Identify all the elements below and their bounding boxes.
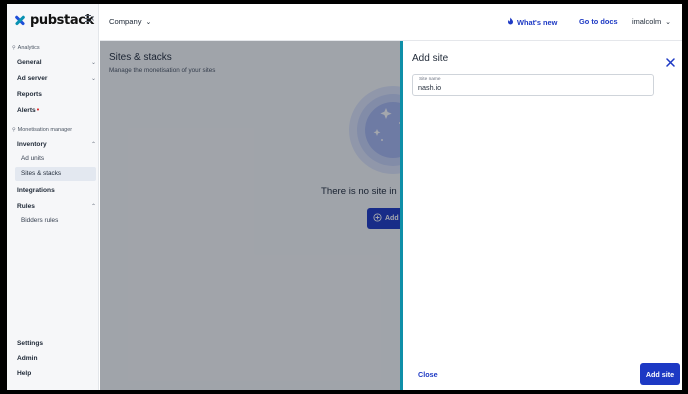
site-name-input[interactable] <box>418 83 648 92</box>
sidebar-item-sites-stacks[interactable]: Sites & stacks <box>15 167 96 181</box>
section-analytics: ⚲ Analytics <box>12 45 40 51</box>
chevron-down-icon: ⌄ <box>90 75 96 82</box>
chevron-down-icon: ⌄ <box>145 18 152 26</box>
close-icon[interactable] <box>666 54 675 67</box>
sidebar-item-label: Reports <box>17 90 42 98</box>
company-label: Company <box>109 17 142 26</box>
sidebar-item-integrations[interactable]: Integrations <box>17 185 96 195</box>
sidebar-item-reports[interactable]: Reports <box>17 89 96 99</box>
sidebar-item-label: General <box>17 58 42 66</box>
section-label: Monetisation manager <box>17 127 73 133</box>
alert-badge: • <box>36 106 40 114</box>
monetisation-icon: ⚲ <box>12 127 16 133</box>
whats-new-link[interactable]: What's new <box>507 17 557 27</box>
topbar: Company ⌄ What's new Go to docs imalcolm… <box>100 4 682 41</box>
sidebar-item-general[interactable]: General ⌄ <box>17 57 96 67</box>
site-name-label: Site name <box>419 77 441 82</box>
sidebar-item-label: Rules <box>17 202 35 210</box>
sidebar-item-help[interactable]: Help <box>17 368 96 378</box>
chevron-up-icon: ⌃ <box>90 203 96 210</box>
close-button[interactable]: Close <box>418 370 438 379</box>
collapse-menu-icon[interactable] <box>85 14 94 23</box>
section-monetisation: ⚲ Monetisation manager <box>12 127 72 133</box>
company-selector[interactable]: Company ⌄ <box>109 17 151 26</box>
logo[interactable]: pubstack <box>14 12 94 28</box>
sidebar-item-bidders-rules[interactable]: Bidders rules <box>21 216 58 226</box>
sidebar-item-label: Help <box>17 369 32 377</box>
sidebar-item-rules[interactable]: Rules ⌃ <box>17 201 96 211</box>
sidebar-item-label: Alerts <box>17 106 36 114</box>
sidebar-item-settings[interactable]: Settings <box>17 338 96 348</box>
user-menu[interactable]: imalcolm ⌄ <box>632 17 671 26</box>
add-site-button[interactable]: Add site <box>640 363 680 385</box>
app-window: pubstack ⚲ Analytics General ⌄ Ad server… <box>7 4 682 390</box>
sidebar: pubstack ⚲ Analytics General ⌄ Ad server… <box>7 4 99 390</box>
flame-icon <box>507 17 514 27</box>
chevron-up-icon: ⌃ <box>90 141 96 148</box>
drawer-title: Add site <box>412 53 449 64</box>
add-site-drawer: Add site Site name Close Add site <box>400 41 682 390</box>
sidebar-item-label: Admin <box>17 354 38 362</box>
sidebar-item-ad-units[interactable]: Ad units <box>21 154 44 164</box>
modal-overlay[interactable] <box>100 41 400 390</box>
pubstack-logo-icon <box>14 14 26 26</box>
sidebar-item-label: Inventory <box>17 140 47 148</box>
sidebar-item-ad-server[interactable]: Ad server ⌄ <box>17 73 96 83</box>
go-to-docs-label: Go to docs <box>579 17 618 26</box>
analytics-icon: ⚲ <box>12 45 16 51</box>
section-label: Analytics <box>17 45 40 51</box>
user-name: imalcolm <box>632 17 662 26</box>
chevron-down-icon: ⌄ <box>665 18 672 26</box>
site-name-field[interactable]: Site name <box>412 74 654 96</box>
sidebar-item-label: Ad server <box>17 74 48 82</box>
sidebar-item-label: Settings <box>17 339 44 347</box>
whats-new-label: What's new <box>517 17 558 27</box>
sidebar-item-alerts[interactable]: Alerts • <box>17 105 96 115</box>
sidebar-item-admin[interactable]: Admin <box>17 353 96 363</box>
sidebar-item-label: Integrations <box>17 186 55 194</box>
sidebar-item-inventory[interactable]: Inventory ⌃ <box>17 139 96 149</box>
chevron-down-icon: ⌄ <box>90 59 96 66</box>
go-to-docs-link[interactable]: Go to docs <box>579 17 618 26</box>
